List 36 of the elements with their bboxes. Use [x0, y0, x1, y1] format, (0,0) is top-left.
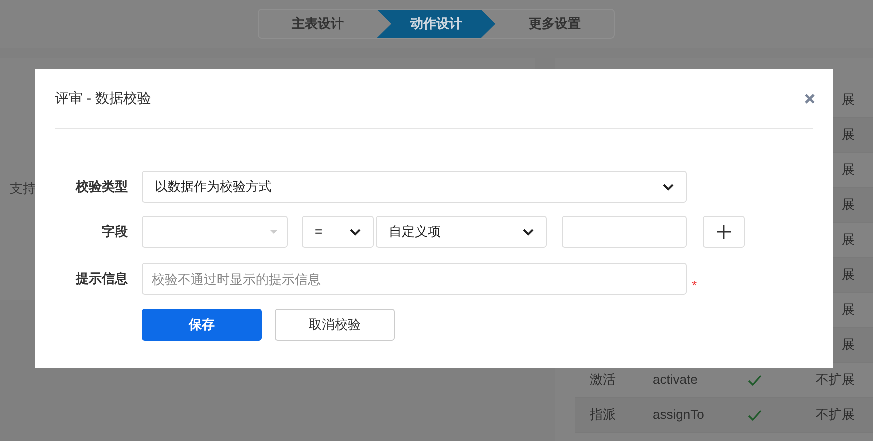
value-type-select[interactable]: 自定义项: [376, 216, 547, 248]
chevron-down-icon: [350, 228, 361, 236]
add-button[interactable]: [703, 216, 745, 248]
table-cell-text: 展: [842, 266, 856, 284]
table-cell-text: activate: [653, 371, 699, 390]
table-cell-text: 展: [842, 91, 856, 110]
value-input[interactable]: [562, 216, 687, 248]
hint-input[interactable]: 校验不通过时显示的提示信息: [142, 263, 687, 295]
table-cell-text: 指派: [589, 406, 617, 424]
form-label: 校验类型: [74, 178, 128, 196]
table-cell-text: assignTo: [653, 406, 706, 424]
plus-icon: [717, 225, 731, 239]
chevron-down-icon: [663, 184, 674, 190]
field-select[interactable]: [142, 216, 288, 248]
close-icon[interactable]: [805, 94, 815, 104]
table-cell-text: 展: [842, 196, 856, 214]
table-cell-text: 激活: [589, 371, 617, 390]
table-cell-text: 展: [842, 336, 856, 354]
required-mark: *: [692, 277, 698, 296]
table-cell-text: 展: [842, 161, 856, 180]
form-label: 提示信息: [74, 270, 128, 288]
cancel-button[interactable]: 取消校验: [275, 309, 395, 341]
table-cell-text: 展: [842, 231, 856, 250]
dialog-title: 评审 - 数据校验: [55, 89, 152, 108]
table-cell-text: 展: [842, 301, 856, 320]
type-select[interactable]: 以数据作为校验方式: [142, 171, 687, 203]
operator-select[interactable]: =: [302, 216, 374, 248]
table-cell-text: 不扩展: [816, 371, 856, 390]
table-cell-text: 不扩展: [816, 406, 856, 424]
save-button[interactable]: 保存: [142, 309, 262, 341]
table-cell-text: 展: [842, 126, 856, 144]
form-label: 字段: [101, 223, 128, 242]
caret-icon: [270, 230, 278, 234]
chevron-down-icon: [523, 228, 534, 236]
panel-text: 支持: [10, 180, 36, 198]
step-tab[interactable]: 动作设计: [377, 10, 496, 38]
